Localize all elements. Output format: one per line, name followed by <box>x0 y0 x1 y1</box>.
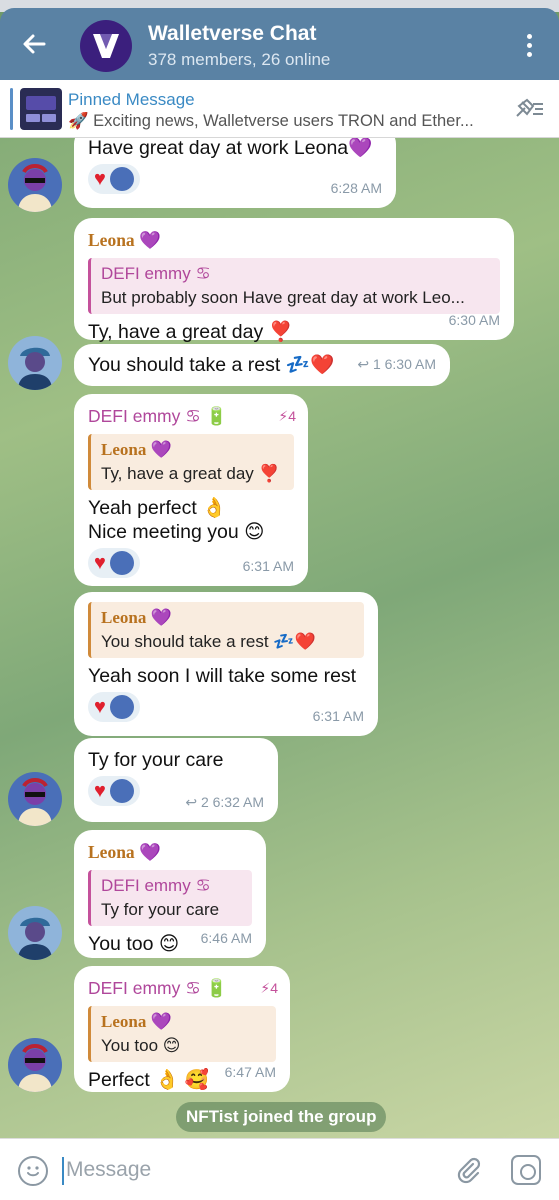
message-time: 6:30 AM <box>448 312 500 328</box>
replies-count[interactable]: ↩ 1 <box>357 356 380 372</box>
message-bubble[interactable]: Have great day at work Leona💜 ♥ 6:28 AM <box>74 138 396 208</box>
chat-title[interactable]: Walletverse Chat <box>148 22 316 46</box>
back-arrow-icon[interactable] <box>20 30 48 58</box>
message-text: Yeah soon I will take some rest <box>88 665 357 687</box>
reactions[interactable]: ♥ <box>88 548 140 578</box>
message-line: Nice meeting you 😊 <box>88 521 265 543</box>
message-time: 6:32 AM <box>212 794 264 810</box>
message-bubble[interactable]: DEFI emmy ♋ 🔋 ⚡4 Leona 💜 Ty, have a grea… <box>74 394 308 586</box>
reply-text: You should take a rest 💤❤️ <box>101 632 316 651</box>
message-line: Yeah perfect 👌 <box>88 497 227 519</box>
text-cursor <box>62 1157 64 1185</box>
reply-quote[interactable]: Leona 💜 You should take a rest 💤❤️ <box>88 602 364 658</box>
emoji-icon[interactable] <box>18 1156 48 1186</box>
message-list[interactable]: Have great day at work Leona💜 ♥ 6:28 AM … <box>0 138 559 1138</box>
message-composer <box>0 1138 559 1200</box>
heart-reaction-icon: ♥ <box>94 780 106 802</box>
reactor-avatar <box>109 695 134 719</box>
message-text: You should take a rest 💤❤️ <box>88 354 335 376</box>
reactor-avatar <box>109 167 134 191</box>
group-avatar[interactable] <box>80 20 132 72</box>
replies-count[interactable]: ↩ 2 <box>185 794 208 810</box>
message-text: Have great day at work Leona💜 <box>88 138 373 159</box>
pinned-message-bar[interactable]: Pinned Message 🚀 Exciting news, Walletve… <box>0 80 559 138</box>
member-count: 378 members, 26 online <box>148 50 331 69</box>
message-bubble[interactable]: Ty for your care ♥ ↩ 2 6:32 AM <box>74 738 278 822</box>
avatar[interactable] <box>8 158 62 212</box>
message-time: 6:47 AM <box>224 1064 276 1080</box>
reply-author: Leona 💜 <box>101 440 172 459</box>
admin-badge: ⚡4 <box>278 408 296 424</box>
sender-name[interactable]: DEFI emmy ♋ 🔋 <box>88 976 276 1000</box>
message-meta: ↩ 2 6:32 AM <box>185 790 264 814</box>
reply-text: You too 😊 <box>101 1036 181 1055</box>
reply-text: Ty, have a great day ❣️ <box>101 464 280 483</box>
message-bubble[interactable]: Leona 💜 DEFI emmy ♋ Ty for your care You… <box>74 830 266 958</box>
message-time: 6:46 AM <box>200 930 252 946</box>
message-bubble[interactable]: DEFI emmy ♋ 🔋 ⚡4 Leona 💜 You too 😊 Perfe… <box>74 966 290 1092</box>
heart-reaction-icon: ♥ <box>94 168 106 190</box>
reply-quote[interactable]: Leona 💜 Ty, have a great day ❣️ <box>88 434 294 490</box>
heart-reaction-icon: ♥ <box>94 696 106 718</box>
heart-reaction-icon: ♥ <box>94 552 106 574</box>
pinned-title: Pinned Message <box>68 90 195 109</box>
pinned-indicator <box>10 88 13 130</box>
message-time: 6:30 AM <box>384 356 436 372</box>
more-menu-icon[interactable] <box>519 34 539 58</box>
reply-quote[interactable]: DEFI emmy ♋ But probably soon Have great… <box>88 258 500 314</box>
pinned-thumbnail <box>20 88 62 130</box>
chat-header: Walletverse Chat 378 members, 26 online <box>0 8 559 80</box>
sender-name[interactable]: DEFI emmy ♋ 🔋 <box>88 404 294 428</box>
reply-quote[interactable]: DEFI emmy ♋ Ty for your care <box>88 870 252 926</box>
pinned-list-icon[interactable] <box>513 96 545 122</box>
reply-quote[interactable]: Leona 💜 You too 😊 <box>88 1006 276 1062</box>
message-time: 6:31 AM <box>312 708 364 724</box>
reactions[interactable]: ♥ <box>88 776 140 806</box>
message-time: 6:28 AM <box>330 180 382 196</box>
service-message: NFTist joined the group <box>176 1102 387 1132</box>
reactions[interactable]: ♥ <box>88 164 140 194</box>
sender-name[interactable]: Leona 💜 <box>88 228 500 252</box>
avatar[interactable] <box>8 906 62 960</box>
attach-icon[interactable] <box>453 1155 483 1185</box>
camera-icon[interactable] <box>511 1155 541 1185</box>
message-input[interactable] <box>66 1153 436 1187</box>
reply-author: Leona 💜 <box>101 608 172 627</box>
message-meta: ↩ 1 6:30 AM <box>357 352 436 376</box>
admin-badge: ⚡4 <box>260 980 278 996</box>
pinned-text: 🚀 Exciting news, Walletverse users TRON … <box>68 112 474 130</box>
message-bubble[interactable]: Leona 💜 DEFI emmy ♋ But probably soon Ha… <box>74 218 514 343</box>
sender-name[interactable]: Leona 💜 <box>88 840 252 864</box>
avatar[interactable] <box>8 772 62 826</box>
avatar[interactable] <box>8 1038 62 1092</box>
reactions[interactable]: ♥ <box>88 692 140 722</box>
reply-text: But probably soon Have great day at work… <box>101 288 465 307</box>
reply-author: DEFI emmy ♋ <box>101 264 211 283</box>
message-text: Ty, have a great day ❣️ <box>88 321 293 343</box>
reactor-avatar <box>109 551 134 575</box>
message-time: 6:31 AM <box>242 558 294 574</box>
avatar[interactable] <box>8 336 62 390</box>
reactor-avatar <box>109 779 134 803</box>
reply-text: Ty for your care <box>101 900 220 919</box>
message-bubble[interactable]: Leona 💜 You should take a rest 💤❤️ Yeah … <box>74 592 378 736</box>
walletverse-logo-icon <box>93 34 119 58</box>
message-text: Ty for your care <box>88 749 224 771</box>
message-bubble[interactable]: You should take a rest 💤❤️ ↩ 1 6:30 AM <box>74 344 450 386</box>
reply-author: DEFI emmy ♋ <box>101 876 211 895</box>
reply-author: Leona 💜 <box>101 1012 172 1031</box>
